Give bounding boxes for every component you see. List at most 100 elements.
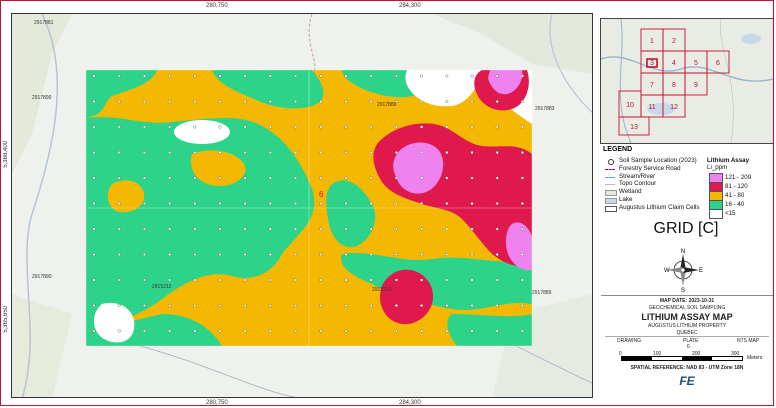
sample-point[interactable]: [394, 278, 398, 282]
sample-point[interactable]: [218, 99, 222, 103]
sample-point[interactable]: [470, 252, 474, 256]
sample-point[interactable]: [470, 99, 474, 103]
sample-point[interactable]: [420, 252, 424, 256]
sample-point[interactable]: [142, 201, 146, 205]
sample-point[interactable]: [117, 304, 121, 308]
sample-point[interactable]: [369, 227, 373, 231]
sample-point[interactable]: [218, 227, 222, 231]
sample-point[interactable]: [193, 304, 197, 308]
sample-point[interactable]: [369, 304, 373, 308]
sample-point[interactable]: [268, 176, 272, 180]
sample-point[interactable]: [243, 176, 247, 180]
sample-point[interactable]: [294, 227, 298, 231]
sample-point[interactable]: [218, 252, 222, 256]
sample-point[interactable]: [142, 125, 146, 129]
sample-point[interactable]: [445, 329, 449, 333]
sample-point[interactable]: [117, 252, 121, 256]
sample-point[interactable]: [142, 150, 146, 154]
sample-point[interactable]: [218, 74, 222, 78]
sample-point[interactable]: [520, 74, 524, 78]
sample-point[interactable]: [294, 176, 298, 180]
sample-point[interactable]: [445, 304, 449, 308]
sample-point[interactable]: [344, 150, 348, 154]
sample-point[interactable]: [369, 278, 373, 282]
sample-point[interactable]: [319, 201, 323, 205]
sample-point[interactable]: [470, 227, 474, 231]
sample-point[interactable]: [445, 227, 449, 231]
sample-point[interactable]: [117, 329, 121, 333]
sample-point[interactable]: [92, 176, 96, 180]
sample-point[interactable]: [117, 74, 121, 78]
sample-point[interactable]: [294, 99, 298, 103]
sample-point[interactable]: [142, 278, 146, 282]
sample-point[interactable]: [243, 252, 247, 256]
sample-point[interactable]: [243, 201, 247, 205]
sample-point[interactable]: [470, 304, 474, 308]
sample-point[interactable]: [344, 176, 348, 180]
sample-point[interactable]: [495, 150, 499, 154]
sample-point[interactable]: [344, 304, 348, 308]
sample-point[interactable]: [420, 278, 424, 282]
sample-point[interactable]: [369, 125, 373, 129]
sample-point[interactable]: [193, 125, 197, 129]
sample-point[interactable]: [520, 201, 524, 205]
sample-point[interactable]: [193, 99, 197, 103]
sample-point[interactable]: [344, 329, 348, 333]
sample-point[interactable]: [243, 74, 247, 78]
sample-point[interactable]: [369, 150, 373, 154]
sample-point[interactable]: [193, 176, 197, 180]
sample-point[interactable]: [218, 304, 222, 308]
sample-point[interactable]: [117, 125, 121, 129]
sample-point[interactable]: [369, 201, 373, 205]
sample-point[interactable]: [495, 99, 499, 103]
sample-point[interactable]: [319, 125, 323, 129]
sample-point[interactable]: [294, 74, 298, 78]
sample-point[interactable]: [344, 201, 348, 205]
sample-point[interactable]: [168, 176, 172, 180]
sample-point[interactable]: [268, 201, 272, 205]
sample-point[interactable]: [168, 252, 172, 256]
sample-point[interactable]: [117, 227, 121, 231]
sample-point[interactable]: [344, 125, 348, 129]
sample-point[interactable]: [92, 227, 96, 231]
sample-point[interactable]: [495, 201, 499, 205]
sample-point[interactable]: [243, 304, 247, 308]
sample-point[interactable]: [344, 252, 348, 256]
sample-point[interactable]: [319, 329, 323, 333]
sample-point[interactable]: [394, 329, 398, 333]
sample-point[interactable]: [420, 125, 424, 129]
sample-point[interactable]: [369, 252, 373, 256]
sample-point[interactable]: [268, 329, 272, 333]
sample-point[interactable]: [495, 74, 499, 78]
sample-point[interactable]: [218, 201, 222, 205]
sample-point[interactable]: [142, 329, 146, 333]
sample-point[interactable]: [117, 201, 121, 205]
sample-point[interactable]: [243, 278, 247, 282]
sample-point[interactable]: [369, 176, 373, 180]
sample-point[interactable]: [294, 150, 298, 154]
sample-point[interactable]: [142, 74, 146, 78]
sample-point[interactable]: [394, 201, 398, 205]
sample-point[interactable]: [420, 201, 424, 205]
sample-point[interactable]: [495, 329, 499, 333]
sample-point[interactable]: [92, 201, 96, 205]
sample-point[interactable]: [445, 278, 449, 282]
sample-point[interactable]: [495, 278, 499, 282]
sample-point[interactable]: [394, 252, 398, 256]
sample-point[interactable]: [420, 150, 424, 154]
sample-point[interactable]: [218, 125, 222, 129]
sample-point[interactable]: [445, 150, 449, 154]
sample-point[interactable]: [394, 74, 398, 78]
inset-map[interactable]: 1 2 3 4 5 6 7 8 9 10 11 12 13: [600, 18, 773, 144]
sample-point[interactable]: [268, 150, 272, 154]
sample-point[interactable]: [243, 329, 247, 333]
sample-point[interactable]: [420, 304, 424, 308]
sample-point[interactable]: [193, 150, 197, 154]
sample-point[interactable]: [92, 278, 96, 282]
sample-point[interactable]: [268, 278, 272, 282]
sample-point[interactable]: [92, 150, 96, 154]
sample-point[interactable]: [319, 252, 323, 256]
sample-point[interactable]: [193, 201, 197, 205]
sample-point[interactable]: [168, 150, 172, 154]
sample-point[interactable]: [168, 227, 172, 231]
